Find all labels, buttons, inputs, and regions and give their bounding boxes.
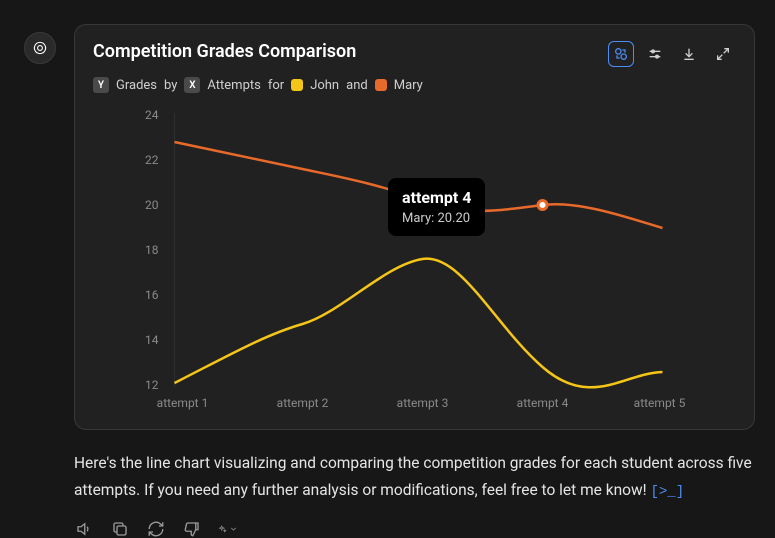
- y-tick-18: 18: [145, 243, 159, 257]
- y-tick-24: 24: [145, 108, 159, 122]
- download-button[interactable]: [676, 41, 702, 67]
- message-actions: [74, 519, 755, 538]
- download-icon: [681, 46, 697, 62]
- legend-swatch-john: [291, 79, 303, 91]
- chart-toolbar: [608, 41, 736, 67]
- x-tick-1: attempt 1: [157, 396, 209, 410]
- y-tick-22: 22: [145, 153, 159, 167]
- legend-and: and: [346, 78, 368, 93]
- chart-card: Competition Grades Comparison Y Grades b…: [74, 24, 755, 430]
- color-switch-icon: [613, 46, 629, 62]
- x-tick-5: attempt 5: [634, 396, 686, 410]
- x-axis-badge: X: [184, 77, 200, 93]
- adjust-button[interactable]: [642, 41, 668, 67]
- assistant-message: Competition Grades Comparison Y Grades b…: [74, 24, 755, 538]
- series-line-john: [175, 259, 663, 388]
- legend-series-john: John: [310, 78, 339, 93]
- chart-legend: Y Grades by X Attempts for John and Mary: [93, 77, 736, 93]
- y-tick-12: 12: [145, 378, 159, 392]
- assistant-description: Here's the line chart visualizing and co…: [74, 450, 755, 505]
- read-aloud-button[interactable]: [74, 519, 94, 538]
- y-axis-badge: Y: [93, 77, 109, 93]
- code-reference-link[interactable]: [>_]: [650, 484, 684, 500]
- thumbs-down-button[interactable]: [182, 519, 202, 538]
- expand-button[interactable]: [710, 41, 736, 67]
- chart-plot-area[interactable]: 24 22 20 18 16 14 12 attempt 1 attempt 2…: [93, 105, 736, 415]
- hover-marker: [538, 201, 547, 210]
- legend-for: for: [268, 78, 284, 93]
- legend-swatch-mary: [375, 79, 387, 91]
- color-switch-button[interactable]: [608, 41, 634, 67]
- y-tick-20: 20: [145, 198, 159, 212]
- openai-logo-icon: [31, 39, 49, 57]
- y-tick-16: 16: [145, 288, 159, 302]
- x-tick-3: attempt 3: [397, 396, 449, 410]
- series-line-mary: [175, 142, 663, 228]
- y-ticks: 24 22 20 18 16 14 12: [145, 108, 159, 392]
- x-tick-2: attempt 2: [277, 396, 329, 410]
- regenerate-button[interactable]: [146, 519, 166, 538]
- x-axis-label: Attempts: [207, 78, 260, 93]
- sliders-icon: [647, 46, 663, 62]
- more-options-button[interactable]: [218, 519, 238, 538]
- assistant-avatar: [24, 32, 56, 64]
- chart-title: Competition Grades Comparison: [93, 41, 356, 62]
- y-tick-14: 14: [145, 333, 159, 347]
- y-axis-label: Grades: [116, 78, 157, 93]
- expand-icon: [715, 46, 731, 62]
- x-tick-4: attempt 4: [517, 396, 569, 410]
- copy-button[interactable]: [110, 519, 130, 538]
- legend-by: by: [164, 78, 177, 93]
- legend-series-mary: Mary: [394, 78, 423, 93]
- chart-svg: 24 22 20 18 16 14 12 attempt 1 attempt 2…: [93, 105, 736, 415]
- card-header: Competition Grades Comparison: [93, 41, 736, 67]
